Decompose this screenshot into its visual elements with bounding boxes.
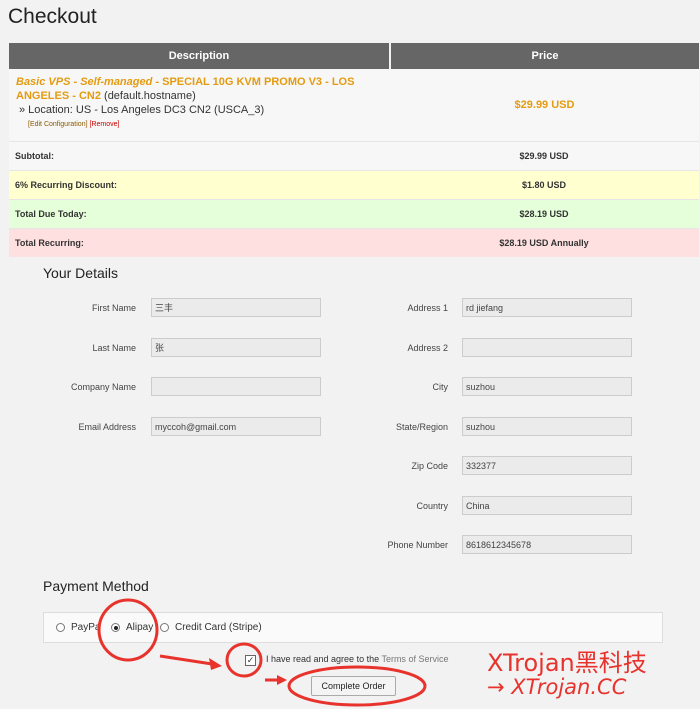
phone-input[interactable]: 8618612345678 bbox=[462, 535, 632, 554]
cart-header-row: Description Price bbox=[9, 43, 699, 69]
product-name: Basic VPS - Self-managed bbox=[16, 76, 153, 88]
zip-label: Zip Code bbox=[411, 461, 448, 471]
country-label: Country bbox=[416, 501, 448, 511]
address1-label: Address 1 bbox=[407, 303, 448, 313]
annotation-arrow-2-head bbox=[277, 675, 287, 685]
tos-text: I have read and agree to the bbox=[266, 654, 382, 664]
recurring-value: $28.19 USD Annually bbox=[390, 228, 699, 257]
your-details-heading: Your Details bbox=[43, 265, 118, 281]
edit-configuration-link[interactable]: [Edit Configuration] bbox=[28, 121, 88, 128]
cart-item-description: Basic VPS - Self-managed - SPECIAL 10G K… bbox=[9, 69, 390, 142]
tos-agreement: I have read and agree to the Terms of Se… bbox=[266, 654, 448, 664]
annotation-arrow-1-head bbox=[209, 658, 222, 670]
discount-label: 6% Recurring Discount: bbox=[9, 170, 390, 200]
watermark-title: XTrojan黑科技 bbox=[487, 649, 647, 677]
due-today-label: Total Due Today: bbox=[9, 199, 390, 229]
subtotal-label: Subtotal: bbox=[9, 141, 390, 171]
address1-input[interactable]: rd jiefang bbox=[462, 298, 632, 317]
recurring-row: Total Recurring: $28.19 USD Annually bbox=[9, 228, 699, 257]
cart-item-row: Basic VPS - Self-managed - SPECIAL 10G K… bbox=[9, 69, 699, 142]
first-name-input[interactable]: 三丰 bbox=[151, 298, 321, 317]
discount-value: $1.80 USD bbox=[390, 170, 699, 200]
remove-link[interactable]: [Remove] bbox=[90, 121, 120, 128]
address2-input[interactable] bbox=[462, 338, 632, 357]
paypal-label[interactable]: PayPa bbox=[71, 622, 100, 633]
cart-table: Description Price Basic VPS - Self-manag… bbox=[9, 43, 699, 257]
company-name-input[interactable] bbox=[151, 377, 321, 396]
last-name-label: Last Name bbox=[92, 343, 136, 353]
email-input[interactable]: myccoh@gmail.com bbox=[151, 417, 321, 436]
alipay-label[interactable]: Alipay bbox=[126, 622, 153, 633]
email-label: Email Address bbox=[78, 422, 136, 432]
last-name-input[interactable]: 张 bbox=[151, 338, 321, 357]
cart-item-price: $29.99 USD bbox=[390, 69, 699, 142]
payment-options: PayPa Alipay Credit Card (Stripe) bbox=[43, 612, 663, 643]
subtotal-value: $29.99 USD bbox=[390, 141, 699, 171]
page-title: Checkout bbox=[8, 5, 97, 28]
city-label: City bbox=[432, 382, 449, 392]
price-header: Price bbox=[390, 43, 699, 69]
paypal-radio[interactable] bbox=[56, 623, 65, 632]
discount-row: 6% Recurring Discount: $1.80 USD bbox=[9, 170, 699, 200]
first-name-label: First Name bbox=[91, 303, 136, 313]
tos-checkbox[interactable]: ✓ bbox=[245, 655, 256, 666]
city-input[interactable]: suzhou bbox=[462, 377, 632, 396]
due-today-row: Total Due Today: $28.19 USD bbox=[9, 199, 699, 229]
description-header: Description bbox=[9, 43, 391, 69]
state-input[interactable]: suzhou bbox=[462, 417, 632, 436]
country-select[interactable]: China bbox=[462, 496, 632, 515]
annotation-arrow-1 bbox=[159, 654, 213, 666]
due-today-value: $28.19 USD bbox=[390, 199, 699, 229]
company-name-label: Company Name bbox=[70, 382, 136, 392]
phone-label: Phone Number bbox=[387, 540, 448, 550]
address2-label: Address 2 bbox=[407, 343, 448, 353]
credit-card-radio[interactable] bbox=[160, 623, 169, 632]
credit-card-label[interactable]: Credit Card (Stripe) bbox=[175, 622, 262, 633]
watermark-url: → XTrojan.CC bbox=[487, 675, 627, 699]
product-location: » Location: US - Los Angeles DC3 CN2 (US… bbox=[19, 104, 265, 116]
payment-method-heading: Payment Method bbox=[43, 578, 149, 594]
subtotal-row: Subtotal: $29.99 USD bbox=[9, 141, 699, 171]
state-label: State/Region bbox=[395, 422, 448, 432]
zip-input[interactable]: 332377 bbox=[462, 456, 632, 475]
terms-of-service-link[interactable]: Terms of Service bbox=[381, 654, 448, 664]
product-hostname: (default.hostname) bbox=[100, 90, 196, 102]
complete-order-button[interactable]: Complete Order bbox=[311, 676, 396, 696]
alipay-radio[interactable] bbox=[111, 623, 120, 632]
recurring-label: Total Recurring: bbox=[9, 228, 390, 257]
